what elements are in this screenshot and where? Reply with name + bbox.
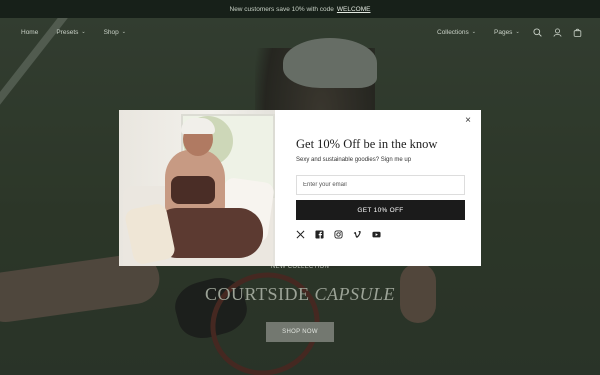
hero-title-italic: CAPSULE xyxy=(314,284,395,304)
cart-icon[interactable] xyxy=(573,28,582,37)
nav-item-presets[interactable]: Presets ⌄ xyxy=(56,29,85,36)
shop-now-button[interactable]: SHOP NOW xyxy=(266,322,334,342)
chevron-down-icon: ⌄ xyxy=(471,29,476,35)
main-nav: Home Presets ⌄ Shop ⌄ Collections ⌄ Pages ⌄ xyxy=(0,18,600,46)
hero-title-regular: COURTSIDE xyxy=(205,284,310,304)
announcement-bar: New customers save 10% with code WELCOME xyxy=(0,0,600,18)
popup-title: Get 10% Off be in the know xyxy=(296,137,438,151)
chevron-down-icon: ⌄ xyxy=(515,29,520,35)
newsletter-popup: × Get 10% Off be in the know Sexy and su… xyxy=(119,110,481,266)
nav-item-home[interactable]: Home xyxy=(21,29,38,36)
account-icon[interactable] xyxy=(553,27,562,37)
hero-title: COURTSIDE CAPSULE xyxy=(0,284,600,305)
instagram-icon[interactable] xyxy=(334,230,343,239)
nav-left-group: Home Presets ⌄ Shop ⌄ xyxy=(21,29,126,36)
nav-item-pages[interactable]: Pages ⌄ xyxy=(494,29,520,36)
nav-item-shop[interactable]: Shop ⌄ xyxy=(104,29,126,36)
nav-item-collections[interactable]: Collections ⌄ xyxy=(437,29,476,36)
facebook-icon[interactable] xyxy=(315,230,324,239)
popup-subtitle: Sexy and sustainable goodies? Sign me up xyxy=(296,157,412,163)
chevron-down-icon: ⌄ xyxy=(81,29,86,35)
search-icon[interactable] xyxy=(533,27,542,37)
popup-body: × Get 10% Off be in the know Sexy and su… xyxy=(275,110,481,266)
youtube-icon[interactable] xyxy=(372,230,381,239)
popup-image-top xyxy=(171,176,215,204)
vimeo-icon[interactable] xyxy=(353,230,362,239)
nav-icons xyxy=(533,27,582,37)
social-links xyxy=(296,230,381,239)
popup-image-cap xyxy=(181,118,215,134)
announcement-code-link[interactable]: WELCOME xyxy=(337,6,371,13)
popup-image xyxy=(119,110,275,266)
x-icon[interactable] xyxy=(296,230,305,239)
chevron-down-icon: ⌄ xyxy=(121,29,126,35)
close-icon[interactable]: × xyxy=(462,114,474,126)
announcement-text: New customers save 10% with code xyxy=(229,5,334,13)
email-field[interactable] xyxy=(296,175,465,195)
nav-right-group: Collections ⌄ Pages ⌄ xyxy=(437,29,520,36)
get-discount-button[interactable]: GET 10% OFF xyxy=(296,200,465,220)
